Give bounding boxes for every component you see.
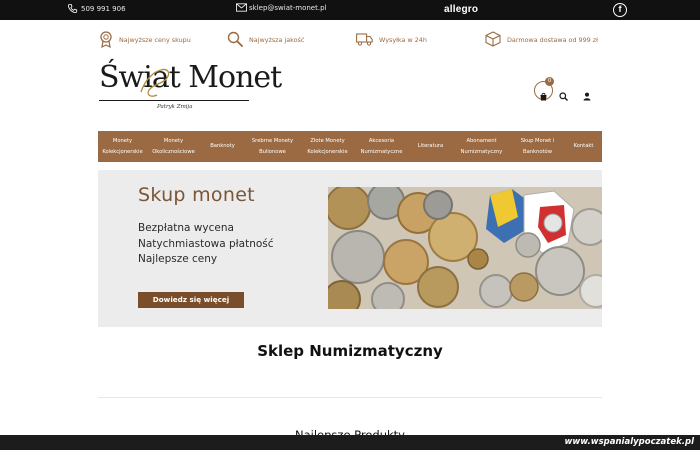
banner-line: Najlepsze ceny bbox=[138, 253, 218, 265]
logo-text: Świat Monet bbox=[99, 60, 282, 95]
allegro-link[interactable]: allegro bbox=[444, 4, 478, 15]
feature-label: Najwyższe ceny skupu bbox=[119, 36, 191, 44]
nav-item-banknoty[interactable]: Banknoty bbox=[200, 131, 245, 162]
logo-subtitle: Patryk Zmija bbox=[157, 104, 193, 110]
watermark-bar: www.wspanialypoczatek.pl bbox=[0, 435, 700, 450]
banner-line: Bezpłatna wycena bbox=[138, 222, 234, 234]
banner-title: Skup monet bbox=[138, 184, 255, 206]
box-icon bbox=[485, 31, 501, 49]
phone-number: 509 991 906 bbox=[81, 4, 126, 13]
feature-label: Darmowa dostawa od 999 zł bbox=[507, 36, 598, 44]
learn-more-button[interactable]: Dowiedz się więcej bbox=[138, 292, 244, 308]
nav-item-kontakt[interactable]: Kontakt bbox=[565, 131, 602, 162]
site-logo[interactable]: Świat Monet Patryk Zmija bbox=[99, 60, 282, 116]
email-address: sklep@swiat-monet.pl bbox=[249, 3, 327, 12]
nav-item-abonament[interactable]: Abonament Numizmatyczny bbox=[453, 131, 510, 162]
envelope-icon bbox=[236, 3, 247, 12]
nav-item-literatura[interactable]: Literatura bbox=[408, 131, 453, 162]
banner-line: Natychmiastowa płatność bbox=[138, 237, 274, 250]
logo-ornament bbox=[140, 68, 170, 97]
cart-icon bbox=[539, 86, 548, 105]
nav-item-zlote-monety[interactable]: Złote Monety Kolekcjonerskie bbox=[300, 131, 355, 162]
feature-label: Wysyłka w 24h bbox=[379, 36, 427, 44]
feature-shipping: Wysyłka w 24h bbox=[356, 31, 427, 49]
feature-label: Najwyższa jakość bbox=[249, 36, 305, 44]
cart-count-badge: 0 bbox=[545, 77, 554, 86]
nav-item-skup[interactable]: Skup Monet i Banknotów bbox=[510, 131, 565, 162]
magnifier-icon bbox=[227, 31, 243, 49]
nav-item-akcesoria[interactable]: Akcesoria Numizmatyczne bbox=[355, 131, 408, 162]
main-nav: Monety Kolekcjonerskie Monety Okoliczności… bbox=[98, 131, 602, 162]
feature-free-delivery: Darmowa dostawa od 999 zł bbox=[485, 31, 598, 49]
coins-image bbox=[328, 187, 602, 309]
shop-heading: Sklep Numizmatyczny bbox=[257, 342, 443, 360]
section-divider bbox=[98, 397, 602, 398]
hero-banner: Skup monet Bezpłatna wycena Natychmiasto… bbox=[98, 170, 602, 327]
nav-item-monety-kolekcjonerskie[interactable]: Monety Kolekcjonerskie bbox=[98, 131, 147, 162]
facebook-icon[interactable]: f bbox=[613, 3, 627, 17]
phone-icon bbox=[67, 3, 78, 14]
nav-item-srebrne-monety[interactable]: Srebrne Monety Bulionowe bbox=[245, 131, 300, 162]
feature-quality: Najwyższa jakość bbox=[227, 31, 304, 49]
medal-icon bbox=[99, 30, 113, 50]
user-icon[interactable] bbox=[583, 86, 591, 105]
cart-button[interactable]: 0 bbox=[534, 77, 554, 101]
watermark-text: www.wspanialypoczatek.pl bbox=[564, 437, 694, 447]
nav-item-monety-okolicznosciowe[interactable]: Monety Okolicznościowe bbox=[147, 131, 200, 162]
logo-rule bbox=[99, 100, 249, 101]
banner-text: Bezpłatna wycena Natychmiastowa płatność… bbox=[138, 221, 274, 268]
search-icon[interactable] bbox=[559, 86, 568, 105]
email-link[interactable]: sklep@swiat-monet.pl bbox=[236, 3, 326, 12]
phone-link[interactable]: 509 991 906 bbox=[67, 3, 126, 14]
top-bar: 509 991 906 sklep@swiat-monet.pl allegro… bbox=[0, 0, 700, 20]
truck-icon bbox=[356, 32, 373, 48]
feature-best-prices: Najwyższe ceny skupu bbox=[99, 30, 191, 50]
